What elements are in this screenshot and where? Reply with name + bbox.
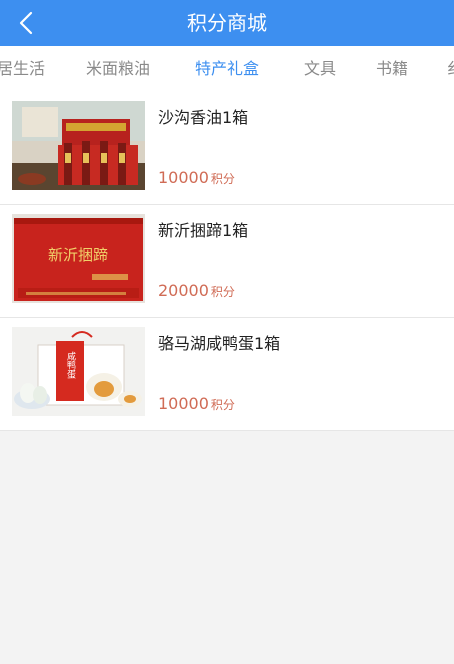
product-name: 骆马湖咸鸭蛋1箱 <box>158 334 281 353</box>
app-header: 积分商城 <box>0 0 454 46</box>
product-item[interactable]: 沙沟香油1箱 10000 积分 <box>0 92 454 205</box>
product-item[interactable]: 新沂捆蹄 新沂捆蹄1箱 20000 积分 <box>0 205 454 318</box>
box-label-text: 新沂捆蹄 <box>48 246 108 264</box>
tab-home-life[interactable]: 居生活 <box>0 46 45 92</box>
tab-more[interactable]: 纟 <box>447 46 454 92</box>
product-image-bundled-trotter: 新沂捆蹄 <box>12 214 145 303</box>
product-item[interactable]: 咸鸭蛋 骆马湖咸鸭蛋1箱 10000 积分 <box>0 318 454 431</box>
points-unit: 积分 <box>210 285 235 299</box>
product-name: 沙沟香油1箱 <box>158 108 249 127</box>
tab-books[interactable]: 书籍 <box>376 46 408 92</box>
points-value: 10000 <box>158 168 209 187</box>
product-name: 新沂捆蹄1箱 <box>158 221 249 240</box>
product-points: 20000 积分 <box>158 281 235 300</box>
points-unit: 积分 <box>210 398 235 412</box>
product-list: 沙沟香油1箱 10000 积分 新沂捆蹄 新沂捆蹄1箱 20000 积分 咸鸭蛋… <box>0 92 454 431</box>
tab-grain-oil[interactable]: 米面粮油 <box>86 46 150 92</box>
box-label-text: 咸鸭蛋 <box>65 350 76 379</box>
tab-specialty-gift[interactable]: 特产礼盒 <box>195 46 259 92</box>
product-image-salted-duck-egg: 咸鸭蛋 <box>12 327 145 416</box>
page-title: 积分商城 <box>187 11 267 35</box>
product-points: 10000 积分 <box>158 394 235 413</box>
category-tabs: 居生活 米面粮油 特产礼盒 文具 书籍 纟 <box>0 46 454 92</box>
product-points: 10000 积分 <box>158 168 235 187</box>
points-unit: 积分 <box>210 172 235 186</box>
tab-stationery[interactable]: 文具 <box>304 46 336 92</box>
points-value: 20000 <box>158 281 209 300</box>
product-image-sesame-oil <box>12 101 145 190</box>
points-value: 10000 <box>158 394 209 413</box>
